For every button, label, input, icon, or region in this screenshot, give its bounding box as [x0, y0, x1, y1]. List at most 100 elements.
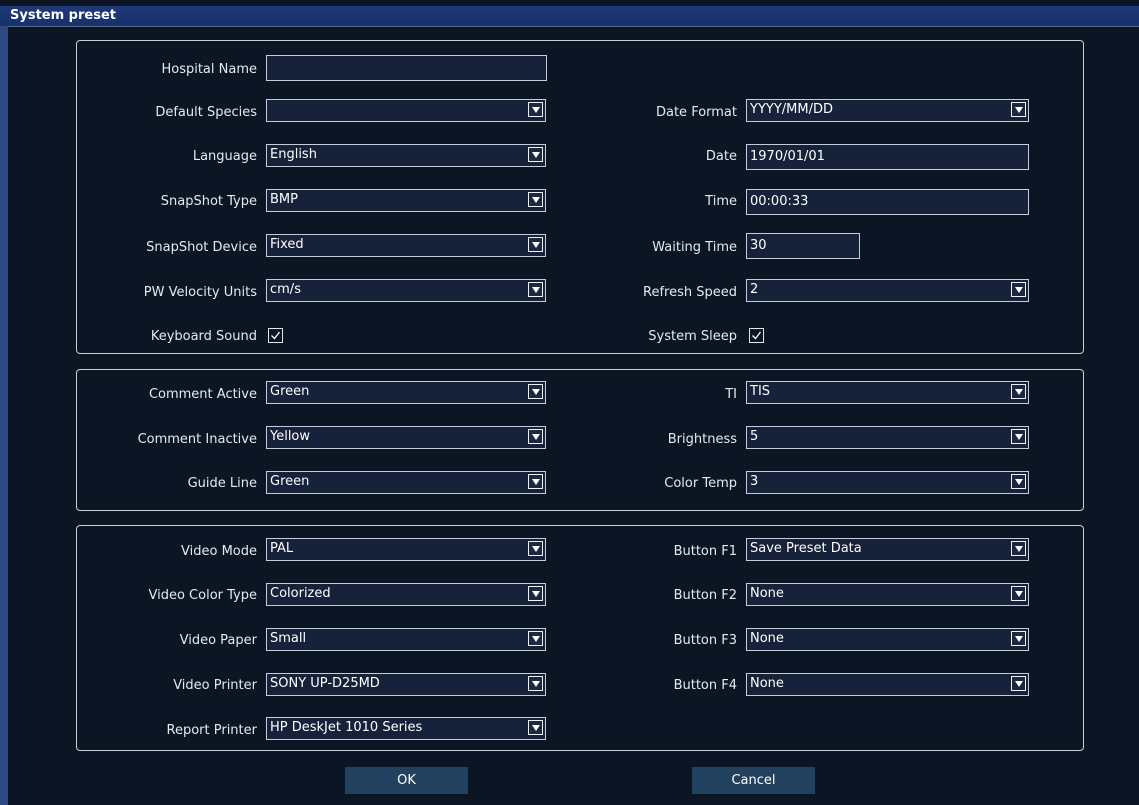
pw-velocity-units-label: PW Velocity Units — [143, 285, 257, 300]
peripheral-settings-panel: Video Mode PAL Video Color Type Colorize… — [76, 525, 1084, 751]
color-temp-value: 3 — [750, 474, 759, 489]
date-value: 1970/01/01 — [750, 149, 825, 164]
chevron-down-icon[interactable] — [1011, 631, 1026, 646]
display-settings-panel: Comment Active Green Comment Inactive Ye… — [76, 369, 1084, 511]
date-format-value: YYYY/MM/DD — [750, 102, 833, 117]
report-printer-dropdown[interactable]: HP DeskJet 1010 Series — [266, 717, 546, 740]
system-sleep-checkbox[interactable] — [749, 328, 764, 343]
button-f2-label: Button F2 — [673, 588, 737, 603]
chevron-down-icon[interactable] — [528, 586, 543, 601]
button-f1-value: Save Preset Data — [750, 541, 862, 556]
chevron-down-icon[interactable] — [1011, 384, 1026, 399]
chevron-down-icon[interactable] — [528, 384, 543, 399]
cancel-button[interactable]: Cancel — [692, 767, 815, 794]
chevron-down-icon[interactable] — [528, 474, 543, 489]
chevron-down-icon[interactable] — [1011, 586, 1026, 601]
brightness-dropdown[interactable]: 5 — [746, 426, 1029, 449]
waiting-time-label: Waiting Time — [652, 240, 737, 255]
video-paper-dropdown[interactable]: Small — [266, 628, 546, 651]
system-preset-window: System preset Hospital Name Default Spec… — [0, 0, 1139, 805]
chevron-down-icon[interactable] — [528, 429, 543, 444]
guide-line-dropdown[interactable]: Green — [266, 471, 546, 494]
button-f3-dropdown[interactable]: None — [746, 628, 1029, 651]
comment-inactive-dropdown[interactable]: Yellow — [266, 426, 546, 449]
comment-inactive-value: Yellow — [270, 429, 311, 444]
checkmark-icon — [752, 331, 762, 340]
video-mode-label: Video Mode — [181, 544, 257, 559]
chevron-down-icon[interactable] — [1011, 676, 1026, 691]
snapshot-type-dropdown[interactable]: BMP — [266, 189, 546, 212]
video-color-type-dropdown[interactable]: Colorized — [266, 583, 546, 606]
chevron-down-icon[interactable] — [528, 237, 543, 252]
chevron-down-icon[interactable] — [528, 282, 543, 297]
guide-line-label: Guide Line — [187, 476, 257, 491]
waiting-time-input[interactable]: 30 — [746, 233, 860, 259]
checkmark-icon — [271, 331, 281, 340]
button-f2-value: None — [750, 586, 784, 601]
brightness-label: Brightness — [667, 432, 737, 447]
date-input[interactable]: 1970/01/01 — [746, 144, 1029, 170]
default-species-label: Default Species — [155, 105, 257, 120]
chevron-down-icon[interactable] — [1011, 541, 1026, 556]
chevron-down-icon[interactable] — [1011, 429, 1026, 444]
ti-label: TI — [725, 387, 737, 402]
button-f3-label: Button F3 — [673, 633, 737, 648]
chevron-down-icon[interactable] — [528, 192, 543, 207]
button-f1-dropdown[interactable]: Save Preset Data — [746, 538, 1029, 561]
guide-line-value: Green — [270, 474, 310, 489]
video-printer-dropdown[interactable]: SONY UP-D25MD — [266, 673, 546, 696]
ti-value: TIS — [750, 384, 771, 399]
ti-dropdown[interactable]: TIS — [746, 381, 1029, 404]
date-label: Date — [705, 149, 737, 164]
time-label: Time — [705, 194, 737, 209]
general-settings-panel: Hospital Name Default Species Language E… — [76, 40, 1084, 354]
language-dropdown[interactable]: English — [266, 144, 546, 167]
video-color-type-value: Colorized — [270, 586, 331, 601]
chevron-down-icon[interactable] — [1011, 102, 1026, 117]
hospital-name-input[interactable] — [266, 55, 547, 81]
button-f1-label: Button F1 — [673, 544, 737, 559]
date-format-label: Date Format — [655, 105, 737, 120]
snapshot-type-label: SnapShot Type — [160, 194, 257, 209]
video-printer-value: SONY UP-D25MD — [270, 676, 380, 691]
video-mode-value: PAL — [270, 541, 294, 556]
snapshot-type-value: BMP — [270, 192, 298, 207]
chevron-down-icon[interactable] — [528, 720, 543, 735]
video-printer-label: Video Printer — [173, 678, 257, 693]
chevron-down-icon[interactable] — [528, 102, 543, 117]
button-f3-value: None — [750, 631, 784, 646]
date-format-dropdown[interactable]: YYYY/MM/DD — [746, 99, 1029, 122]
title-bar: System preset — [0, 6, 1139, 27]
comment-active-value: Green — [270, 384, 310, 399]
button-f4-label: Button F4 — [673, 678, 737, 693]
report-printer-label: Report Printer — [166, 723, 257, 738]
default-species-dropdown[interactable] — [266, 99, 546, 122]
keyboard-sound-checkbox[interactable] — [268, 328, 283, 343]
button-f2-dropdown[interactable]: None — [746, 583, 1029, 606]
comment-active-dropdown[interactable]: Green — [266, 381, 546, 404]
chevron-down-icon[interactable] — [528, 147, 543, 162]
language-value: English — [270, 147, 317, 162]
chevron-down-icon[interactable] — [1011, 474, 1026, 489]
time-input[interactable]: 00:00:33 — [746, 189, 1029, 215]
refresh-speed-label: Refresh Speed — [643, 285, 737, 300]
chevron-down-icon[interactable] — [528, 541, 543, 556]
report-printer-value: HP DeskJet 1010 Series — [270, 720, 423, 735]
color-temp-label: Color Temp — [664, 476, 737, 491]
pw-velocity-units-dropdown[interactable]: cm/s — [266, 279, 546, 302]
chevron-down-icon[interactable] — [1011, 282, 1026, 297]
brightness-value: 5 — [750, 429, 759, 444]
video-paper-label: Video Paper — [179, 633, 257, 648]
button-f4-dropdown[interactable]: None — [746, 673, 1029, 696]
system-sleep-label: System Sleep — [648, 329, 737, 344]
chevron-down-icon[interactable] — [528, 631, 543, 646]
refresh-speed-value: 2 — [750, 282, 759, 297]
ok-button[interactable]: OK — [345, 767, 468, 794]
time-value: 00:00:33 — [750, 194, 809, 209]
refresh-speed-dropdown[interactable]: 2 — [746, 279, 1029, 302]
video-mode-dropdown[interactable]: PAL — [266, 538, 546, 561]
snapshot-device-value: Fixed — [270, 237, 304, 252]
color-temp-dropdown[interactable]: 3 — [746, 471, 1029, 494]
snapshot-device-dropdown[interactable]: Fixed — [266, 234, 546, 257]
chevron-down-icon[interactable] — [528, 676, 543, 691]
